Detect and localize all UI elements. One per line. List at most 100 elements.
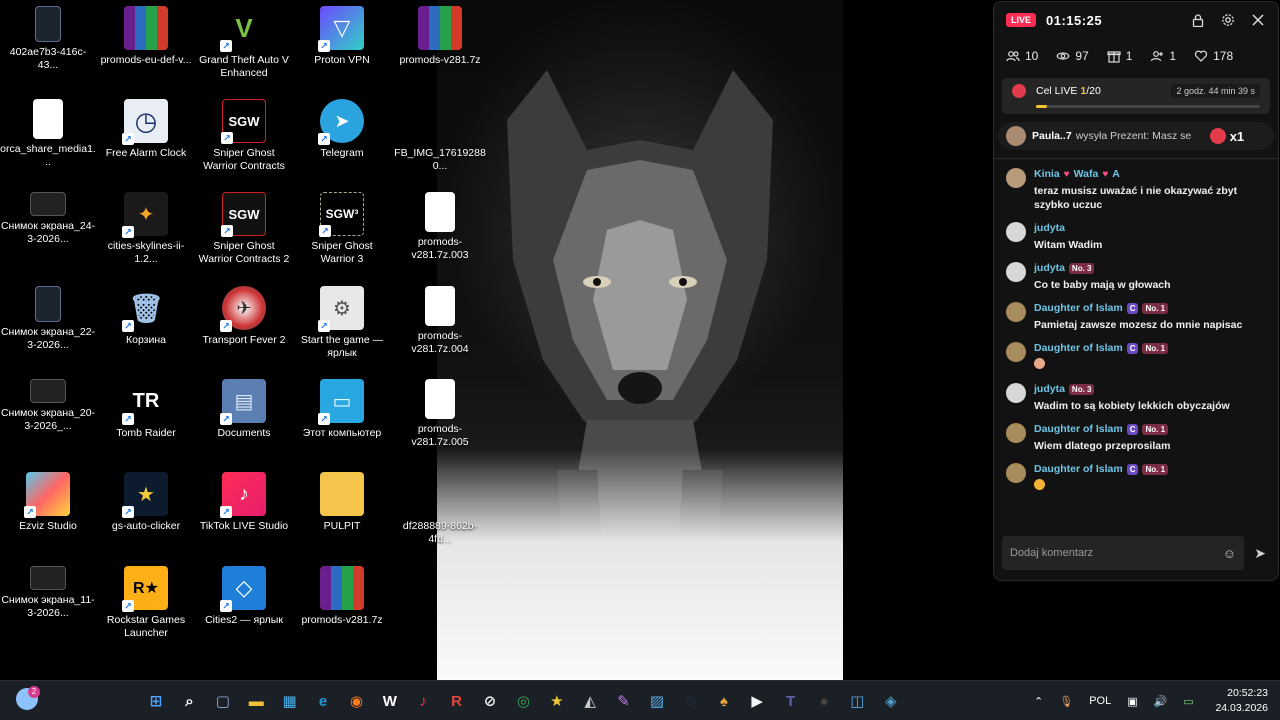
chat-username[interactable]: judyta <box>1034 222 1065 234</box>
desktop-icon[interactable]: Снимок экрана_22-3-2026... <box>0 286 96 352</box>
chat-username[interactable]: Daughter of Islam <box>1034 423 1123 435</box>
chat-message[interactable]: Daughter of Islam C No. 1 Pamietaj zawsze m… <box>1006 301 1266 332</box>
avatar[interactable] <box>1006 222 1026 242</box>
close-icon[interactable] <box>1250 12 1266 28</box>
battery-icon[interactable]: ▭ <box>1183 695 1193 708</box>
chat-username-row[interactable]: Kinia ♥ Wafa ♥ A <box>1034 167 1266 181</box>
comment-input[interactable] <box>1010 547 1223 559</box>
desktop-icon[interactable]: ➤ ↗ Telegram <box>294 99 390 160</box>
clock[interactable]: 20:52:23 24.03.2026 <box>1215 686 1268 716</box>
volume-icon[interactable]: 🔊 <box>1154 695 1168 708</box>
tiktok-icon[interactable]: ♪ <box>411 689 435 713</box>
desktop-icon[interactable]: promods-v281.7z.003 <box>392 192 488 262</box>
desktop-icon[interactable]: FB_IMG_176192880... <box>392 99 488 173</box>
window-icon[interactable]: ◫ <box>845 689 869 713</box>
emoji-icon[interactable]: ☺ <box>1223 546 1236 561</box>
chat-username[interactable]: judyta <box>1034 383 1065 395</box>
desktop-icon[interactable]: promods-v281.7z <box>294 566 390 627</box>
desktop-icon[interactable]: SGW³ ↗ Sniper Ghost Warrior 3 <box>294 192 390 266</box>
live-goal-card[interactable]: Cel LIVE 1/20 2 godz. 44 min 39 s <box>1002 78 1270 114</box>
desktop-icon[interactable]: SGW ↗ Sniper Ghost Warrior Contracts 2 <box>196 192 292 266</box>
game-icon[interactable]: ♠ <box>712 689 736 713</box>
desktop-icon[interactable]: SGW ↗ Sniper Ghost Warrior Contracts <box>196 99 292 173</box>
chat-username[interactable]: Daughter of Islam <box>1034 342 1123 354</box>
desktop-icon[interactable]: 402ae7b3-416c-43... <box>0 6 96 72</box>
chat-message[interactable]: Daughter of Islam C No. 1 <box>1006 341 1266 373</box>
desktop-icon[interactable]: R★ ↗ Rockstar Games Launcher <box>98 566 194 640</box>
start-icon[interactable]: ⊞ <box>144 689 168 713</box>
teams-icon[interactable]: T <box>779 689 803 713</box>
desktop-icon[interactable]: ↗ Ezviz Studio <box>0 472 96 533</box>
firefox-icon[interactable]: ◉ <box>344 689 368 713</box>
chat-username-row[interactable]: judyta <box>1034 221 1102 235</box>
desktop-icon[interactable]: Снимок экрана_11-3-2026... <box>0 566 96 620</box>
chat-username[interactable]: Wafa <box>1074 168 1099 180</box>
chat-username[interactable]: Daughter of Islam <box>1034 302 1123 314</box>
desktop-icon[interactable]: ▽ ↗ Proton VPN <box>294 6 390 67</box>
chat-username-row[interactable]: Daughter of Islam C No. 1 <box>1034 422 1170 436</box>
wd-icon[interactable]: W <box>378 689 402 713</box>
desktop-icon[interactable]: ✈ ↗ Transport Fever 2 <box>196 286 292 347</box>
gallery-icon[interactable]: ▨ <box>645 689 669 713</box>
send-icon[interactable]: ➤ <box>1254 545 1266 562</box>
palette-icon[interactable]: ✎ <box>612 689 636 713</box>
desktop-icon[interactable]: Снимок экрана_20-3-2026_... <box>0 379 96 433</box>
desktop-icon[interactable]: promods-v281.7z.005 <box>392 379 488 449</box>
edge-beta-icon[interactable]: ◈ <box>879 689 903 713</box>
avatar[interactable] <box>1006 262 1026 282</box>
steam-icon[interactable]: ⚙ <box>678 689 702 713</box>
chat-message[interactable]: judyta No. 3 Co te baby mają w głowach <box>1006 261 1266 292</box>
views-stat[interactable]: 97 <box>1056 49 1089 63</box>
chrome-icon[interactable]: ◎ <box>511 689 535 713</box>
desktop-icon[interactable]: PULPIT <box>294 472 390 533</box>
desktop-icon[interactable]: ▭ ↗ Этот компьютер <box>294 379 390 440</box>
avatar[interactable] <box>1006 342 1026 362</box>
chat-message[interactable]: Daughter of Islam C No. 1 Wiem dlatego prze… <box>1006 422 1266 453</box>
task-view-icon[interactable]: ▢ <box>211 689 235 713</box>
chat-username[interactable]: A <box>1112 168 1120 180</box>
star-icon[interactable]: ★ <box>545 689 569 713</box>
avatar[interactable] <box>1006 383 1026 403</box>
chat-username-row[interactable]: Daughter of Islam C No. 1 <box>1034 301 1242 315</box>
desktop-icon[interactable]: ✦ ↗ cities-skylines-ii-1.2... <box>98 192 194 266</box>
desktop-icon[interactable]: promods-v281.7z <box>392 6 488 67</box>
likes-stat[interactable]: 178 <box>1194 49 1233 63</box>
search-icon[interactable]: ⌕ <box>177 689 201 713</box>
desktop-icon[interactable]: ▤ ↗ Documents <box>196 379 292 440</box>
compass-icon[interactable]: ⊘ <box>478 689 502 713</box>
chat-username-row[interactable]: Daughter of Islam C No. 1 <box>1034 462 1169 476</box>
desktop-icon[interactable]: 🗑 ↗ Корзина <box>98 286 194 347</box>
desktop-icon[interactable]: promods-eu-def-v... <box>98 6 194 67</box>
desktop-icon[interactable]: ★ ↗ gs-auto-clicker <box>98 472 194 533</box>
chat-username-row[interactable]: judyta No. 3 <box>1034 382 1230 396</box>
follows-stat[interactable]: 1 <box>1150 49 1176 63</box>
avatar[interactable] <box>1006 463 1026 483</box>
desktop-icon[interactable]: promods-v281.7z.004 <box>392 286 488 356</box>
lock-icon[interactable] <box>1190 12 1206 28</box>
desktop-icon[interactable]: ◷ ↗ Free Alarm Clock <box>98 99 194 160</box>
chat-username[interactable]: Daughter of Islam <box>1034 463 1123 475</box>
chat-username-row[interactable]: Daughter of Islam C No. 1 <box>1034 341 1169 355</box>
chat-username-row[interactable]: judyta No. 3 <box>1034 261 1171 275</box>
r-icon[interactable]: R <box>445 689 469 713</box>
file-explorer-icon[interactable]: ▬ <box>244 689 268 713</box>
teacher-icon[interactable]: ◭ <box>578 689 602 713</box>
settings-gear-icon[interactable] <box>1220 12 1236 28</box>
chat-message[interactable]: Kinia ♥ Wafa ♥ Ateraz musisz uważać i nie ok… <box>1006 167 1266 212</box>
gifts-stat[interactable]: 1 <box>1107 49 1132 63</box>
microphone-icon[interactable]: 🎙 <box>1059 695 1073 708</box>
desktop-icon[interactable]: ⚙ ↗ Start the game — ярлык <box>294 286 390 360</box>
chevron-up-icon[interactable]: ⌃ <box>1034 695 1043 708</box>
desktop-icon[interactable]: Снимок экрана_24-3-2026... <box>0 192 96 246</box>
network-icon[interactable]: ▣ <box>1127 695 1137 708</box>
obs-icon[interactable]: ● <box>812 689 836 713</box>
avatar[interactable] <box>1006 302 1026 322</box>
desktop-icon[interactable]: df288889-862b-4fd... <box>392 472 488 546</box>
language-indicator[interactable]: POL <box>1089 695 1111 707</box>
chat-message[interactable]: Daughter of Islam C No. 1 <box>1006 462 1266 494</box>
edge-icon[interactable]: e <box>311 689 335 713</box>
media-player-icon[interactable]: ▶ <box>745 689 769 713</box>
desktop-icon[interactable]: orca_share_media1... <box>0 99 96 169</box>
photos-icon[interactable]: ▦ <box>278 689 302 713</box>
desktop-icon[interactable]: TR ↗ Tomb Raider <box>98 379 194 440</box>
